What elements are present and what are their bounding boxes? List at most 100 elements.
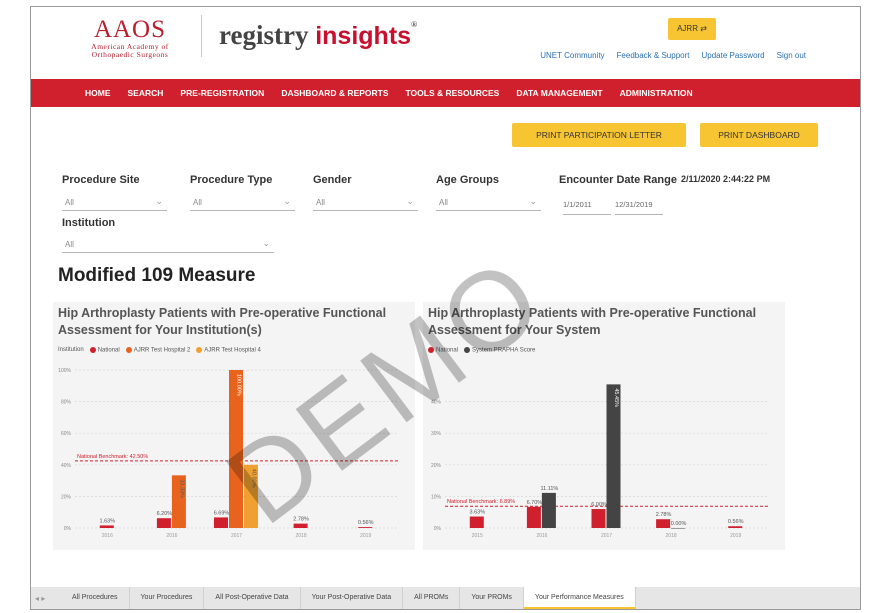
x-tick-label: 2015 (472, 533, 483, 539)
sign-out-link[interactable]: Sign out (777, 51, 806, 60)
x-tick-label: 2019 (730, 533, 741, 539)
bar[interactable] (293, 523, 308, 528)
registry-insights-logo[interactable]: registry insights® (219, 20, 417, 51)
y-tick-label: 60% (61, 431, 72, 437)
x-tick-label: 2017 (231, 533, 242, 539)
nav-administration[interactable]: ADMINISTRATION (620, 88, 693, 98)
procedure-site-value: All (65, 198, 74, 207)
data-label: 1.63% (99, 518, 115, 524)
bar[interactable] (156, 518, 171, 528)
nav-pre-registration[interactable]: PRE-REGISTRATION (180, 88, 264, 98)
header-divider (201, 15, 202, 57)
institution-chart-legend: Institution National AJRR Test Hospital … (58, 347, 261, 354)
data-label: 33.33% (178, 479, 184, 498)
tab-all-proms[interactable]: All PROMs (403, 587, 461, 609)
bar[interactable] (541, 492, 556, 528)
benchmark-label: National Benchmark: 6.89% (447, 499, 515, 505)
page-tabs: ◂ ▸ All Procedures Your Procedures All P… (31, 587, 860, 609)
legend-label: National (97, 347, 120, 354)
benchmark-label: National Benchmark: 42.50% (77, 454, 148, 460)
gender-label: Gender (313, 174, 352, 186)
unet-community-link[interactable]: UNET Community (540, 51, 604, 60)
institution-chart-title: Hip Arthroplasty Patients with Pre-opera… (58, 306, 387, 337)
legend-swatch (125, 347, 132, 353)
data-label: 3.63% (469, 510, 485, 516)
legend-item-national[interactable]: National (428, 347, 458, 354)
system-chart-plot: 0% 10% 20% 30% 40% National Benchmark: 6.89% 3… (431, 384, 768, 539)
institution-chart-plot: 0% 20% 40% 60% 80% 100% National Benchmark: 42… (58, 368, 398, 539)
start-date-input[interactable]: 1/1/2011 (563, 200, 611, 215)
chevron-down-icon: ⌄ (283, 196, 291, 206)
update-password-link[interactable]: Update Password (701, 51, 764, 60)
account-switch-button[interactable]: AJRR ⇄ (668, 18, 716, 40)
aaos-logo[interactable]: AAOS American Academy of Orthopaedic Sur… (75, 17, 185, 59)
tab-scroll-arrows-icon[interactable]: ◂ ▸ (35, 594, 61, 603)
legend-swatch (196, 347, 203, 353)
tab-all-post-operative-data[interactable]: All Post-Operative Data (204, 587, 301, 609)
bar[interactable] (656, 519, 671, 528)
x-tick-label: 2017 (601, 533, 612, 539)
print-dashboard-button[interactable]: PRINT DASHBOARD (700, 123, 818, 147)
data-label: 11.11% (540, 486, 558, 492)
data-label: 6.20% (157, 511, 173, 517)
encounter-date-range-label: Encounter Date Range (559, 174, 677, 186)
procedure-site-select[interactable]: All ⌄ (62, 195, 167, 211)
legend-title: Institution (58, 347, 84, 354)
bar[interactable] (591, 509, 606, 528)
refresh-timestamp: 2/11/2020 2:44:22 PM (681, 174, 771, 184)
legend-item-national[interactable]: National (89, 347, 120, 354)
tab-your-performance-measures[interactable]: Your Performance Measures (523, 587, 636, 609)
tab-your-post-operative-data[interactable]: Your Post-Operative Data (301, 587, 404, 609)
age-groups-label: Age Groups (436, 174, 499, 186)
y-tick-label: 80% (61, 400, 72, 406)
nav-data-management[interactable]: DATA MANAGEMENT (516, 88, 602, 98)
data-label: 2.78% (656, 512, 672, 518)
institution-label: Institution (62, 217, 116, 229)
bar[interactable] (99, 525, 114, 528)
end-date-input[interactable]: 12/31/2019 (615, 200, 663, 215)
procedure-type-select[interactable]: All ⌄ (190, 195, 295, 211)
section-title: Modified 109 Measure (58, 265, 256, 286)
x-tick-label: 2019 (360, 533, 371, 539)
legend-label: AJRR Test Hospital 4 (204, 347, 261, 354)
bar[interactable] (728, 526, 743, 528)
bar[interactable] (671, 528, 686, 529)
nav-home[interactable]: HOME (85, 88, 111, 98)
data-label: 6.69% (214, 510, 230, 516)
bar[interactable] (358, 527, 373, 528)
registered-mark: ® (411, 20, 418, 29)
system-chart-legend: National System PRAPHA Score (428, 347, 535, 354)
institution-value: All (65, 240, 74, 249)
nav-search[interactable]: SEARCH (128, 88, 164, 98)
system-chart-title: Hip Arthroplasty Patients with Pre-opera… (428, 306, 757, 337)
chevron-down-icon: ⌄ (155, 196, 163, 206)
y-tick-label: 0% (434, 526, 442, 532)
aaos-logo-abbr: AAOS (93, 16, 167, 43)
legend-item-hospital-4[interactable]: AJRR Test Hospital 4 (196, 347, 261, 354)
legend-item-system[interactable]: System PRAPHA Score (464, 347, 535, 354)
age-groups-select[interactable]: All ⌄ (436, 195, 541, 211)
system-chart-panel: Hip Arthroplasty Patients with Pre-opera… (423, 302, 785, 550)
data-label: 45.45% (613, 388, 619, 407)
data-label: 6.00% (591, 502, 607, 508)
institution-chart-panel: Hip Arthroplasty Patients with Pre-opera… (53, 302, 415, 550)
institution-select[interactable]: All ⌄ (62, 237, 274, 253)
tab-your-proms[interactable]: Your PROMs (460, 587, 524, 609)
header-links: UNET Community Feedback & Support Update… (540, 51, 806, 60)
tab-your-procedures[interactable]: Your Procedures (130, 587, 205, 609)
legend-swatch (89, 347, 96, 353)
tab-all-procedures[interactable]: All Procedures (61, 587, 130, 609)
bar[interactable] (526, 506, 541, 528)
nav-dashboard-reports[interactable]: DASHBOARD & REPORTS (281, 88, 388, 98)
legend-item-hospital-2[interactable]: AJRR Test Hospital 2 (125, 347, 190, 354)
chevron-down-icon: ⌄ (529, 196, 537, 206)
gender-select[interactable]: All ⌄ (313, 195, 418, 211)
nav-tools-resources[interactable]: TOOLS & RESOURCES (406, 88, 500, 98)
feedback-support-link[interactable]: Feedback & Support (617, 51, 690, 60)
data-label: 2.78% (293, 517, 309, 523)
print-participation-letter-button[interactable]: PRINT PARTICIPATION LETTER (512, 123, 686, 147)
data-label: 40.00% (251, 469, 257, 488)
bar[interactable] (469, 516, 484, 528)
data-label: 0.56% (728, 519, 744, 525)
bar[interactable] (214, 517, 228, 528)
